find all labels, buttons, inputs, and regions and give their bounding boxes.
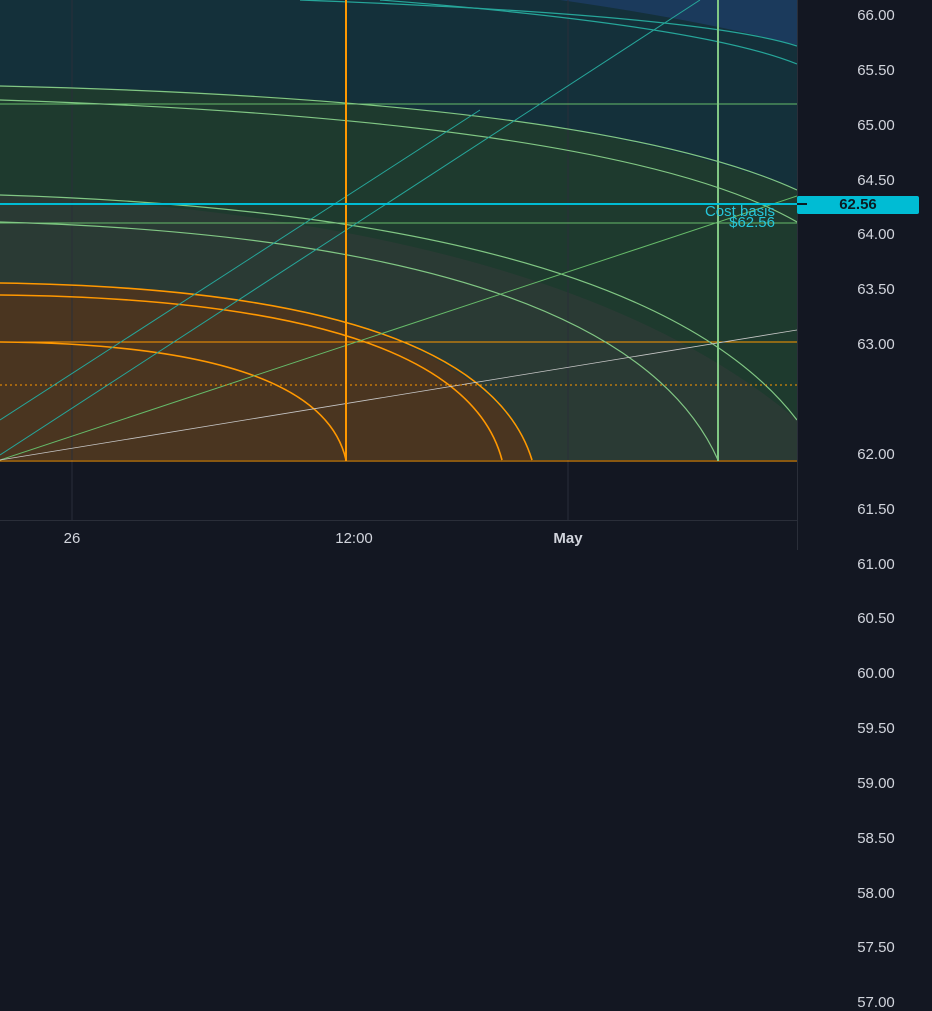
price-label: 60.50 xyxy=(857,610,895,628)
time-label-may: May xyxy=(553,530,583,547)
chart-stage[interactable]: 66.00 65.50 65.00 64.50 64.00 63.50 63.00 62.00… xyxy=(0,0,932,1010)
price-label: 58.00 xyxy=(857,884,895,902)
price-label: 58.50 xyxy=(857,829,895,847)
price-label: 63.50 xyxy=(857,281,895,299)
price-label: 64.00 xyxy=(857,226,895,244)
price-label: 59.00 xyxy=(857,774,895,792)
price-label: 61.00 xyxy=(857,555,895,573)
price-label: 59.50 xyxy=(857,720,895,738)
price-axis-divider xyxy=(797,0,798,550)
price-label: 62.00 xyxy=(857,445,895,463)
price-label: 66.00 xyxy=(857,7,895,24)
price-label: 65.50 xyxy=(857,61,895,79)
price-label: 57.00 xyxy=(857,994,895,1011)
below-range-area xyxy=(0,461,797,520)
cost-basis-badge-tick xyxy=(797,203,807,205)
time-axis-divider xyxy=(0,520,797,521)
price-label: 60.00 xyxy=(857,665,895,683)
price-label: 57.50 xyxy=(857,939,895,957)
price-label: 61.50 xyxy=(857,500,895,518)
price-label: 64.50 xyxy=(857,171,895,189)
price-label: 63.00 xyxy=(857,336,895,354)
cost-basis-value: $62.56 xyxy=(729,214,775,231)
price-label: 65.00 xyxy=(857,116,895,134)
cost-basis-price-badge: 62.56 xyxy=(797,196,919,214)
time-label-26: 26 xyxy=(63,530,81,547)
price-chart[interactable] xyxy=(0,0,932,550)
time-label-12-00: 12:00 xyxy=(335,530,373,547)
